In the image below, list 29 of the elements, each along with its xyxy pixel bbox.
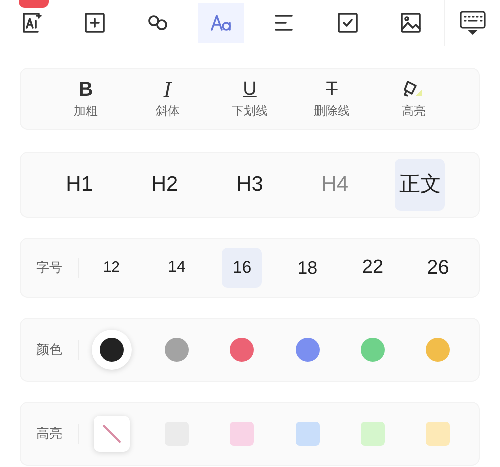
- font-size-option[interactable]: 26: [418, 248, 458, 288]
- format-button[interactable]: 高亮: [384, 78, 444, 120]
- font-size-option[interactable]: 16: [222, 248, 262, 288]
- heading-option[interactable]: H3: [224, 159, 275, 211]
- checkbox-icon: [336, 11, 360, 35]
- italic-icon: I: [164, 78, 172, 102]
- keyboard-icon: [458, 9, 486, 37]
- image-icon: [398, 11, 423, 35]
- no-highlight-icon: [100, 423, 123, 445]
- format-button[interactable]: B 加粗: [56, 78, 116, 120]
- row-label: 颜色: [21, 340, 79, 360]
- font-size-option[interactable]: 12: [92, 248, 132, 288]
- font-size-option[interactable]: 14: [156, 248, 197, 288]
- row-label: 字号: [21, 258, 79, 278]
- font-size-option[interactable]: 18: [288, 248, 328, 288]
- bold-icon: B: [78, 78, 94, 102]
- font-size-option[interactable]: 22: [352, 248, 393, 288]
- strikethrough-icon: T: [326, 78, 338, 102]
- format-button[interactable]: U 下划线: [220, 78, 280, 120]
- row-label: 高亮: [21, 424, 79, 444]
- highlight-option[interactable]: [94, 416, 130, 452]
- heading-option[interactable]: 正文: [395, 159, 446, 211]
- add-box-icon: [82, 11, 107, 35]
- format-button[interactable]: I 斜体: [138, 78, 198, 120]
- heading-option[interactable]: H1: [54, 159, 105, 211]
- format-button[interactable]: T 删除线: [302, 78, 362, 120]
- color-option[interactable]: [92, 330, 132, 370]
- underline-icon: U: [243, 78, 257, 102]
- heading-option[interactable]: H2: [140, 159, 190, 211]
